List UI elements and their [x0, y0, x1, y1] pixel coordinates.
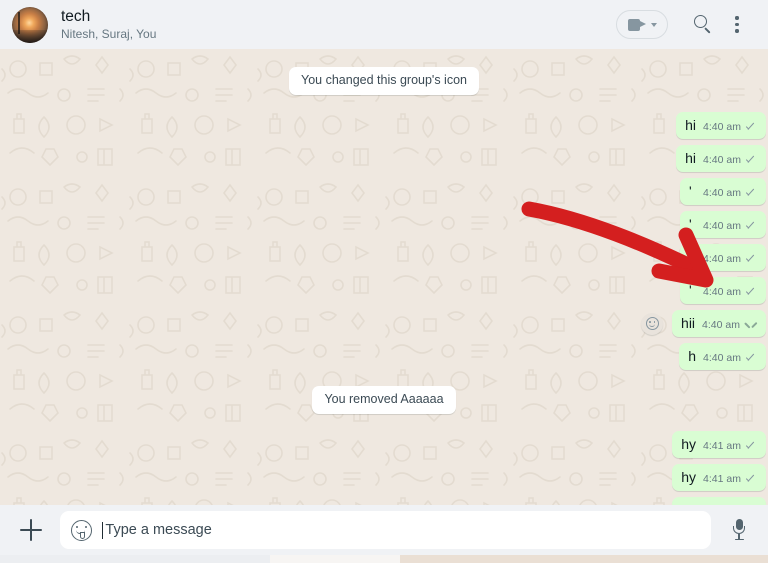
message-text: hi: [685, 150, 697, 166]
outgoing-message-bubble[interactable]: ' 4:40 am: [680, 244, 766, 271]
message-input-wrapper[interactable]: Type a message: [60, 511, 711, 549]
message-row[interactable]: hy 4:41 am: [0, 431, 768, 458]
message-time: 4:40 am: [703, 220, 741, 232]
avatar[interactable]: [12, 6, 48, 43]
message-text: hy: [681, 469, 697, 485]
message-meta: 4:41 am: [703, 472, 758, 486]
chat-participants: Nitesh, Suraj, You: [61, 26, 157, 41]
emoji-reaction-icon: [645, 317, 659, 330]
outgoing-message-bubble[interactable]: hy 4:41 am: [672, 431, 766, 458]
message-time: 4:41 am: [703, 473, 741, 485]
message-meta: 4:40 am: [703, 186, 758, 200]
text-cursor: [102, 521, 104, 539]
outgoing-message-bubble[interactable]: hii 4:40 am: [672, 310, 766, 337]
message-meta: 4:40 am: [703, 252, 758, 266]
message-time: 4:40 am: [703, 253, 741, 265]
header-actions: [616, 8, 754, 42]
message-text: ': [689, 183, 692, 199]
message-time: 4:41 am: [703, 440, 741, 452]
search-icon: [693, 15, 713, 34]
message-time: 4:40 am: [703, 187, 741, 199]
message-row[interactable]: hi 4:40 am: [0, 112, 768, 139]
message-row-hovered[interactable]: hii 4:40 am: [0, 310, 768, 337]
chat-header-info[interactable]: tech Nitesh, Suraj, You: [61, 8, 616, 42]
message-meta: 4:40 am: [703, 285, 758, 299]
message-time: 4:40 am: [703, 154, 741, 166]
message-composer-bar: Type a message: [0, 505, 768, 555]
system-message: You changed this group's icon: [289, 67, 479, 95]
message-row[interactable]: hy 4:41 am: [0, 464, 768, 491]
message-meta: 4:40 am: [703, 219, 758, 233]
bottom-strip-left: [0, 555, 270, 563]
message-row[interactable]: ' 4:40 am: [0, 277, 768, 304]
outgoing-message-bubble[interactable]: hy 4:41 am: [672, 464, 766, 491]
message-row[interactable]: h 4:40 am: [0, 343, 768, 370]
outgoing-message-bubble[interactable]: ' 4:40 am: [680, 211, 766, 238]
message-meta: 4:40 am: [703, 120, 758, 134]
microphone-icon: [732, 519, 746, 541]
message-meta: 4:41 am: [703, 439, 758, 453]
message-time: 4:40 am: [703, 121, 741, 133]
attach-plus-button[interactable]: [16, 515, 46, 545]
message-row[interactable]: hi 4:40 am: [0, 145, 768, 172]
outgoing-message-bubble[interactable]: ' 4:40 am: [680, 178, 766, 205]
system-message-row: You changed this group's icon: [0, 67, 768, 95]
message-meta: 4:40 am: [702, 318, 758, 332]
message-text: hi: [685, 117, 697, 133]
whatsapp-chat-screen: tech Nitesh, Suraj, You You changed this…: [0, 0, 768, 563]
more-options-icon: [735, 16, 739, 33]
chat-header: tech Nitesh, Suraj, You: [0, 0, 768, 49]
emoji-reaction-button[interactable]: [641, 312, 664, 335]
message-context-menu-chevron-down-icon[interactable]: [744, 319, 758, 331]
sent-check-icon: [745, 122, 758, 133]
outgoing-message-bubble[interactable]: ' 4:40 am: [680, 277, 766, 304]
bottom-edge-strip: [0, 555, 768, 563]
sent-check-icon: [745, 155, 758, 166]
message-row[interactable]: ' 4:40 am: [0, 211, 768, 238]
outgoing-message-bubble[interactable]: hi 4:40 am: [676, 112, 766, 139]
bottom-strip-right: [400, 555, 768, 563]
message-row[interactable]: hy 4:41 am: [0, 497, 768, 505]
message-row[interactable]: ' 4:40 am: [0, 244, 768, 271]
sent-check-icon: [745, 441, 758, 452]
outgoing-message-bubble[interactable]: hi 4:40 am: [676, 145, 766, 172]
message-input-placeholder[interactable]: Type a message: [105, 521, 211, 539]
sent-check-icon: [745, 287, 758, 298]
sent-check-icon: [745, 474, 758, 485]
search-button[interactable]: [686, 8, 720, 42]
chevron-down-icon: [651, 22, 657, 27]
message-text: hy: [681, 436, 697, 452]
outgoing-message-bubble[interactable]: h 4:40 am: [679, 343, 766, 370]
message-text: ': [689, 282, 692, 298]
messages-container: You changed this group's icon hi 4:40 am…: [0, 49, 768, 505]
system-message-row: You removed Aaaaaa: [0, 386, 768, 414]
sent-check-icon: [745, 188, 758, 199]
message-text: ': [689, 216, 692, 232]
message-text: h: [688, 348, 697, 364]
video-call-icon: [628, 18, 646, 31]
message-meta: 4:40 am: [703, 153, 758, 167]
message-time: 4:40 am: [703, 286, 741, 298]
message-meta: 4:40 am: [703, 351, 758, 365]
message-text: ': [689, 249, 692, 265]
bottom-strip-mid: [270, 555, 400, 563]
voice-record-button[interactable]: [724, 513, 754, 547]
more-options-button[interactable]: [720, 8, 754, 42]
system-message: You removed Aaaaaa: [312, 386, 456, 414]
sent-check-icon: [745, 221, 758, 232]
emoji-sticker-icon[interactable]: [71, 519, 92, 541]
message-time: 4:40 am: [703, 352, 741, 364]
sent-check-icon: [745, 254, 758, 265]
chat-title: tech: [61, 7, 91, 25]
message-time: 4:40 am: [702, 319, 740, 331]
outgoing-message-bubble[interactable]: hy 4:41 am: [672, 497, 766, 505]
chat-message-list[interactable]: You changed this group's icon hi 4:40 am…: [0, 49, 768, 505]
message-text: hii: [681, 315, 696, 331]
video-call-button[interactable]: [616, 10, 668, 39]
message-row[interactable]: ' 4:40 am: [0, 178, 768, 205]
sent-check-icon: [745, 353, 758, 364]
